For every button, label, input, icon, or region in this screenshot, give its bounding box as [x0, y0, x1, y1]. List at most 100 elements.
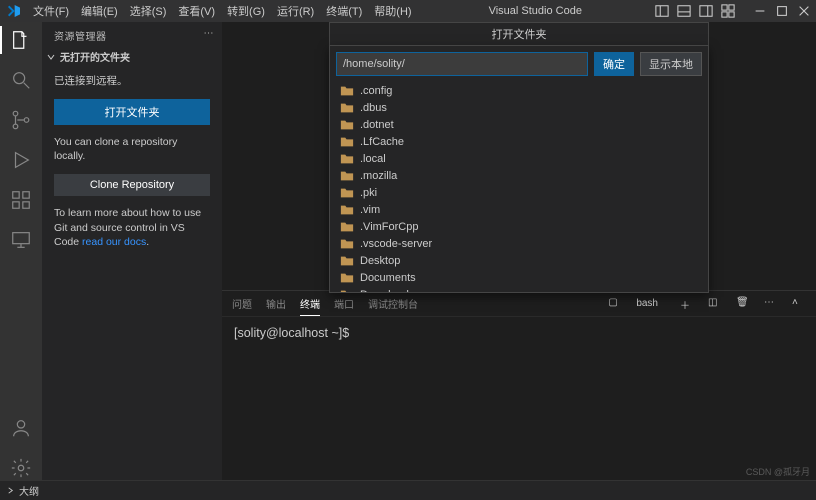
- folder-name: .vscode-server: [360, 238, 432, 250]
- window-title: Visual Studio Code: [417, 5, 654, 17]
- panel: 问题 输出 终端 端口 调试控制台 ▢ bash ＋ ◫ 🗑 ⋯ ˄ [soli…: [222, 290, 816, 480]
- folder-item[interactable]: .config: [330, 82, 708, 99]
- folder-item[interactable]: .LfCache: [330, 133, 708, 150]
- sidebar-section-header[interactable]: 无打开的文件夹: [42, 47, 222, 66]
- folder-item[interactable]: Downloads: [330, 286, 708, 292]
- folder-icon: [340, 271, 354, 285]
- menu-edit[interactable]: 编辑(E): [76, 1, 123, 21]
- clone-hint-text: You can clone a repository locally.: [54, 135, 210, 164]
- folder-icon: [340, 254, 354, 268]
- toggle-secondary-sidebar-icon[interactable]: [698, 3, 714, 19]
- folder-name: .local: [360, 153, 386, 165]
- title-bar: 文件(F) 编辑(E) 选择(S) 查看(V) 转到(G) 运行(R) 终端(T…: [0, 0, 816, 22]
- folder-item[interactable]: .pki: [330, 184, 708, 201]
- remote-connected-text: 已连接到远程。: [54, 74, 210, 89]
- activity-accounts-icon[interactable]: [9, 416, 33, 440]
- folder-icon: [340, 135, 354, 149]
- vscode-logo-icon: [6, 3, 22, 19]
- terminal-split-icon[interactable]: ◫: [708, 297, 722, 311]
- picker-ok-button[interactable]: 确定: [594, 52, 634, 76]
- customize-layout-icon[interactable]: [720, 3, 736, 19]
- path-input[interactable]: [336, 52, 588, 76]
- folder-icon: [340, 186, 354, 200]
- terminal-more-icon[interactable]: ⋯: [764, 297, 778, 311]
- read-docs-link[interactable]: read our docs: [82, 236, 146, 248]
- terminal-new-icon[interactable]: ＋: [680, 297, 694, 311]
- folder-item[interactable]: .mozilla: [330, 167, 708, 184]
- folder-icon: [340, 101, 354, 115]
- sidebar-section-label: 无打开的文件夹: [60, 49, 130, 64]
- menu-help[interactable]: 帮助(H): [369, 1, 416, 21]
- activity-source-control-icon[interactable]: [9, 108, 33, 132]
- folder-name: .vim: [360, 204, 380, 216]
- menu-file[interactable]: 文件(F): [28, 1, 74, 21]
- activity-search-icon[interactable]: [9, 68, 33, 92]
- folder-icon: [340, 84, 354, 98]
- folder-list: .config .dbus .dotnet .LfCache .local .mozill…: [330, 82, 708, 292]
- sidebar: 资源管理器 ⋯ 无打开的文件夹 已连接到远程。 打开文件夹 You can cl…: [42, 22, 222, 480]
- sidebar-more-icon[interactable]: ⋯: [204, 28, 215, 43]
- panel-tab-ports[interactable]: 端口: [334, 292, 354, 315]
- clone-repository-button[interactable]: Clone Repository: [54, 174, 210, 196]
- folder-name: .dotnet: [360, 119, 394, 131]
- folder-item[interactable]: .vim: [330, 201, 708, 218]
- menu-run[interactable]: 运行(R): [272, 1, 319, 21]
- folder-icon: [340, 288, 354, 293]
- panel-tab-output[interactable]: 输出: [266, 292, 286, 315]
- picker-show-local-button[interactable]: 显示本地: [640, 52, 702, 76]
- window-minimize-icon[interactable]: [752, 3, 768, 19]
- folder-item[interactable]: .dotnet: [330, 116, 708, 133]
- activity-run-debug-icon[interactable]: [9, 148, 33, 172]
- activity-explorer-icon[interactable]: [9, 28, 33, 52]
- activity-bar: [0, 22, 42, 480]
- folder-name: .VimForCpp: [360, 221, 418, 233]
- folder-name: .dbus: [360, 102, 387, 114]
- panel-tab-problems[interactable]: 问题: [232, 292, 252, 315]
- folder-icon: [340, 237, 354, 251]
- activity-settings-icon[interactable]: [9, 456, 33, 480]
- folder-name: Documents: [360, 272, 416, 284]
- menu-go[interactable]: 转到(G): [222, 1, 270, 21]
- editor-area: 打开文件夹 确定 显示本地 .config .dbus .dotnet .LfCach…: [222, 22, 816, 480]
- folder-name: .LfCache: [360, 136, 404, 148]
- sidebar-title: 资源管理器: [54, 28, 107, 43]
- menu-terminal[interactable]: 终端(T): [321, 1, 367, 21]
- panel-maximize-icon[interactable]: ˄: [792, 297, 806, 311]
- folder-icon: [340, 152, 354, 166]
- outline-section[interactable]: 大纲: [0, 480, 816, 500]
- folder-icon: [340, 220, 354, 234]
- folder-item[interactable]: .local: [330, 150, 708, 167]
- folder-item[interactable]: Documents: [330, 269, 708, 286]
- folder-icon: [340, 203, 354, 217]
- menu-selection[interactable]: 选择(S): [125, 1, 172, 21]
- window-close-icon[interactable]: [796, 3, 812, 19]
- terminal-prompt: [solity@localhost ~]$: [234, 326, 349, 340]
- toggle-panel-icon[interactable]: [676, 3, 692, 19]
- watermark: CSDN @孤牙月: [746, 465, 810, 478]
- panel-tab-terminal[interactable]: 终端: [300, 292, 320, 316]
- learn-text: To learn more about how to use Git and s…: [54, 206, 210, 250]
- folder-name: .pki: [360, 187, 377, 199]
- terminal-shell-icon[interactable]: ▢: [608, 297, 622, 311]
- folder-icon: [340, 118, 354, 132]
- activity-remote-explorer-icon[interactable]: [9, 228, 33, 252]
- terminal-content[interactable]: [solity@localhost ~]$: [222, 317, 816, 480]
- folder-item[interactable]: .vscode-server: [330, 235, 708, 252]
- panel-tab-debug-console[interactable]: 调试控制台: [368, 292, 418, 315]
- folder-item[interactable]: .dbus: [330, 99, 708, 116]
- terminal-shell-name: bash: [636, 298, 658, 309]
- folder-item[interactable]: .VimForCpp: [330, 218, 708, 235]
- menu-view[interactable]: 查看(V): [173, 1, 220, 21]
- activity-extensions-icon[interactable]: [9, 188, 33, 212]
- open-folder-button[interactable]: 打开文件夹: [54, 99, 210, 125]
- folder-item[interactable]: Desktop: [330, 252, 708, 269]
- picker-title: 打开文件夹: [329, 22, 709, 45]
- folder-name: .mozilla: [360, 170, 397, 182]
- menu-bar: 文件(F) 编辑(E) 选择(S) 查看(V) 转到(G) 运行(R) 终端(T…: [28, 1, 417, 21]
- folder-name: Desktop: [360, 255, 400, 267]
- folder-name: Downloads: [360, 289, 414, 293]
- toggle-primary-sidebar-icon[interactable]: [654, 3, 670, 19]
- window-maximize-icon[interactable]: [774, 3, 790, 19]
- folder-icon: [340, 169, 354, 183]
- terminal-kill-icon[interactable]: 🗑: [736, 297, 750, 311]
